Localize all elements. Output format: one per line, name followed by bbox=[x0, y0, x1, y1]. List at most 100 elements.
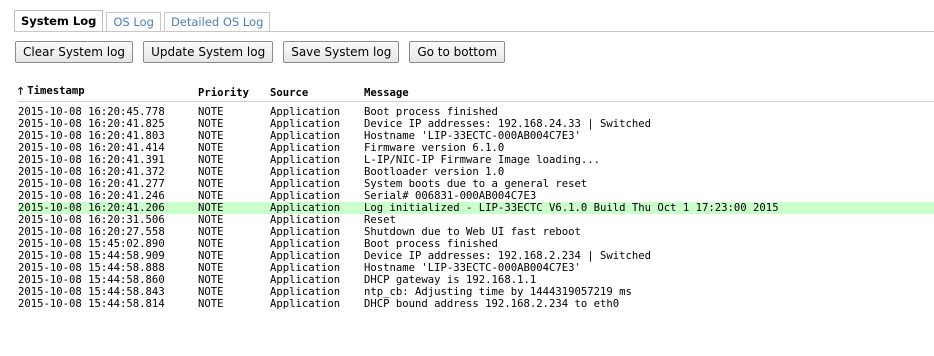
tab-bar: System Log OS Log Detailed OS Log bbox=[14, 10, 273, 32]
row-timestamp: 2015-10-08 15:44:58.909 bbox=[18, 250, 165, 262]
arrow-up-icon: 🡑 bbox=[18, 86, 24, 97]
row-priority: NOTE bbox=[198, 238, 224, 250]
row-timestamp: 2015-10-08 16:20:31.506 bbox=[18, 214, 165, 226]
row-message: System boots due to a general reset bbox=[364, 178, 588, 190]
row-message: DHCP bound address 192.168.2.234 to eth0 bbox=[364, 298, 620, 310]
row-message: DHCP gateway is 192.168.1.1 bbox=[364, 274, 537, 286]
row-source: Application bbox=[270, 106, 341, 118]
row-source: Application bbox=[270, 118, 341, 130]
row-timestamp: 2015-10-08 16:20:41.803 bbox=[18, 130, 165, 142]
tab-divider bbox=[14, 31, 934, 32]
row-priority: NOTE bbox=[198, 130, 224, 142]
column-header-message[interactable]: Message bbox=[364, 84, 934, 102]
table-row: 2015-10-08 15:44:58.814 NOTE Application DH… bbox=[18, 298, 934, 310]
row-source: Application bbox=[270, 214, 341, 226]
row-message: Firmware version 6.1.0 bbox=[364, 142, 505, 154]
row-source: Application bbox=[270, 142, 341, 154]
row-source: Application bbox=[270, 286, 341, 298]
row-timestamp: 2015-10-08 16:20:27.558 bbox=[18, 226, 165, 238]
tab-os-log[interactable]: OS Log bbox=[106, 12, 161, 32]
table-row: 2015-10-08 15:44:58.909 NOTE Application De… bbox=[18, 250, 934, 262]
row-priority: NOTE bbox=[198, 166, 224, 178]
row-timestamp: 2015-10-08 16:20:41.414 bbox=[18, 142, 165, 154]
row-source: Application bbox=[270, 166, 341, 178]
row-timestamp: 2015-10-08 15:45:02.890 bbox=[18, 238, 165, 250]
row-timestamp: 2015-10-08 16:20:41.246 bbox=[18, 190, 165, 202]
row-priority: NOTE bbox=[198, 274, 224, 286]
row-source: Application bbox=[270, 226, 341, 238]
column-header-priority[interactable]: Priority bbox=[198, 84, 270, 102]
row-timestamp: 2015-10-08 16:20:45.778 bbox=[18, 106, 165, 118]
table-row: 2015-10-08 16:20:45.778 NOTE Application Bo… bbox=[18, 106, 934, 118]
row-message: ntp_cb: Adjusting time by 1444319057219 … bbox=[364, 286, 632, 298]
row-source: Application bbox=[270, 238, 341, 250]
row-source: Application bbox=[270, 154, 341, 166]
row-message: Bootloader version 1.0 bbox=[364, 166, 505, 178]
tab-system-log[interactable]: System Log bbox=[14, 10, 104, 32]
row-priority: NOTE bbox=[198, 106, 224, 118]
row-timestamp: 2015-10-08 15:44:58.860 bbox=[18, 274, 165, 286]
row-message: Shutdown due to Web UI fast reboot bbox=[364, 226, 581, 238]
row-source: Application bbox=[270, 250, 341, 262]
go-to-bottom-button[interactable]: Go to bottom bbox=[409, 41, 506, 63]
row-source: Application bbox=[270, 274, 341, 286]
timestamp-header-label: Timestamp bbox=[27, 85, 85, 97]
row-priority: NOTE bbox=[198, 178, 224, 190]
row-priority: NOTE bbox=[198, 286, 224, 298]
system-log-table: 🡑 Timestamp Priority Source Message 2015-… bbox=[18, 84, 934, 310]
row-message: Hostname 'LIP-33ECTC-000AB004C7E3' bbox=[364, 130, 581, 142]
table-row: 2015-10-08 15:44:58.860 NOTE Application DH… bbox=[18, 274, 934, 286]
table-row: 2015-10-08 16:20:41.246 NOTE Application Se… bbox=[18, 190, 934, 202]
tab-detailed-os-log[interactable]: Detailed OS Log bbox=[163, 12, 271, 32]
row-priority: NOTE bbox=[198, 190, 224, 202]
row-priority: NOTE bbox=[198, 226, 224, 238]
row-priority: NOTE bbox=[198, 250, 224, 262]
row-message: L-IP/NIC-IP Firmware Image loading... bbox=[364, 154, 600, 166]
table-row: 2015-10-08 16:20:27.558 NOTE Application Sh… bbox=[18, 226, 934, 238]
row-priority: NOTE bbox=[198, 262, 224, 274]
table-row: 2015-10-08 15:44:58.843 NOTE Application nt… bbox=[18, 286, 934, 298]
row-message: Device IP addresses: 192.168.2.234 | Swi… bbox=[364, 250, 652, 262]
row-source: Application bbox=[270, 130, 341, 142]
row-message: Hostname 'LIP-33ECTC-000AB004C7E3' bbox=[364, 262, 581, 274]
clear-system-log-button[interactable]: Clear System log bbox=[15, 41, 134, 63]
table-row: 2015-10-08 16:20:41.206 NOTE Application Lo… bbox=[18, 202, 934, 214]
row-timestamp: 2015-10-08 16:20:41.372 bbox=[18, 166, 165, 178]
table-row: 2015-10-08 16:20:41.414 NOTE Application Fi… bbox=[18, 142, 934, 154]
row-priority: NOTE bbox=[198, 298, 224, 310]
row-source: Application bbox=[270, 202, 364, 214]
save-system-log-button[interactable]: Save System log bbox=[283, 41, 400, 63]
row-timestamp: 2015-10-08 16:20:41.825 bbox=[18, 118, 165, 130]
log-rows: 2015-10-08 16:20:45.778 NOTE Application Bo… bbox=[18, 101, 934, 310]
row-source: Application bbox=[270, 178, 341, 190]
row-timestamp: 2015-10-08 15:44:58.843 bbox=[18, 286, 165, 298]
table-row: 2015-10-08 15:45:02.890 NOTE Application Bo… bbox=[18, 238, 934, 250]
row-message: Serial# 006831-000AB004C7E3 bbox=[364, 190, 537, 202]
table-row: 2015-10-08 15:44:58.888 NOTE Application Ho… bbox=[18, 262, 934, 274]
row-timestamp: 2015-10-08 15:44:58.814 bbox=[18, 298, 165, 310]
table-row: 2015-10-08 16:20:41.391 NOTE Application L-… bbox=[18, 154, 934, 166]
row-message: Device IP addresses: 192.168.24.33 | Swi… bbox=[364, 118, 652, 130]
row-timestamp: 2015-10-08 15:44:58.888 bbox=[18, 262, 165, 274]
row-source: Application bbox=[270, 298, 341, 310]
table-row: 2015-10-08 16:20:41.372 NOTE Application Bo… bbox=[18, 166, 934, 178]
table-row: 2015-10-08 16:20:31.506 NOTE Application Re… bbox=[18, 214, 934, 226]
row-timestamp: 2015-10-08 16:20:41.277 bbox=[18, 178, 165, 190]
table-row: 2015-10-08 16:20:41.825 NOTE Application De… bbox=[18, 118, 934, 130]
table-row: 2015-10-08 16:20:41.277 NOTE Application Sy… bbox=[18, 178, 934, 190]
row-source: Application bbox=[270, 262, 341, 274]
row-source: Application bbox=[270, 190, 341, 202]
row-priority: NOTE bbox=[198, 142, 224, 154]
row-priority: NOTE bbox=[198, 202, 270, 214]
row-timestamp: 2015-10-08 16:20:41.391 bbox=[18, 154, 165, 166]
row-message: Boot process finished bbox=[364, 238, 498, 250]
table-row: 2015-10-08 16:20:41.803 NOTE Application Ho… bbox=[18, 130, 934, 142]
column-header-source[interactable]: Source bbox=[270, 84, 364, 102]
update-system-log-button[interactable]: Update System log bbox=[143, 41, 274, 63]
row-priority: NOTE bbox=[198, 154, 224, 166]
column-header-timestamp[interactable]: 🡑 Timestamp bbox=[18, 84, 198, 102]
toolbar: Clear System log Update System log Save … bbox=[15, 41, 506, 63]
row-message: Log initialized - LIP-33ECTC V6.1.0 Buil… bbox=[364, 202, 934, 214]
row-priority: NOTE bbox=[198, 214, 224, 226]
row-timestamp: 2015-10-08 16:20:41.206 bbox=[18, 202, 198, 214]
